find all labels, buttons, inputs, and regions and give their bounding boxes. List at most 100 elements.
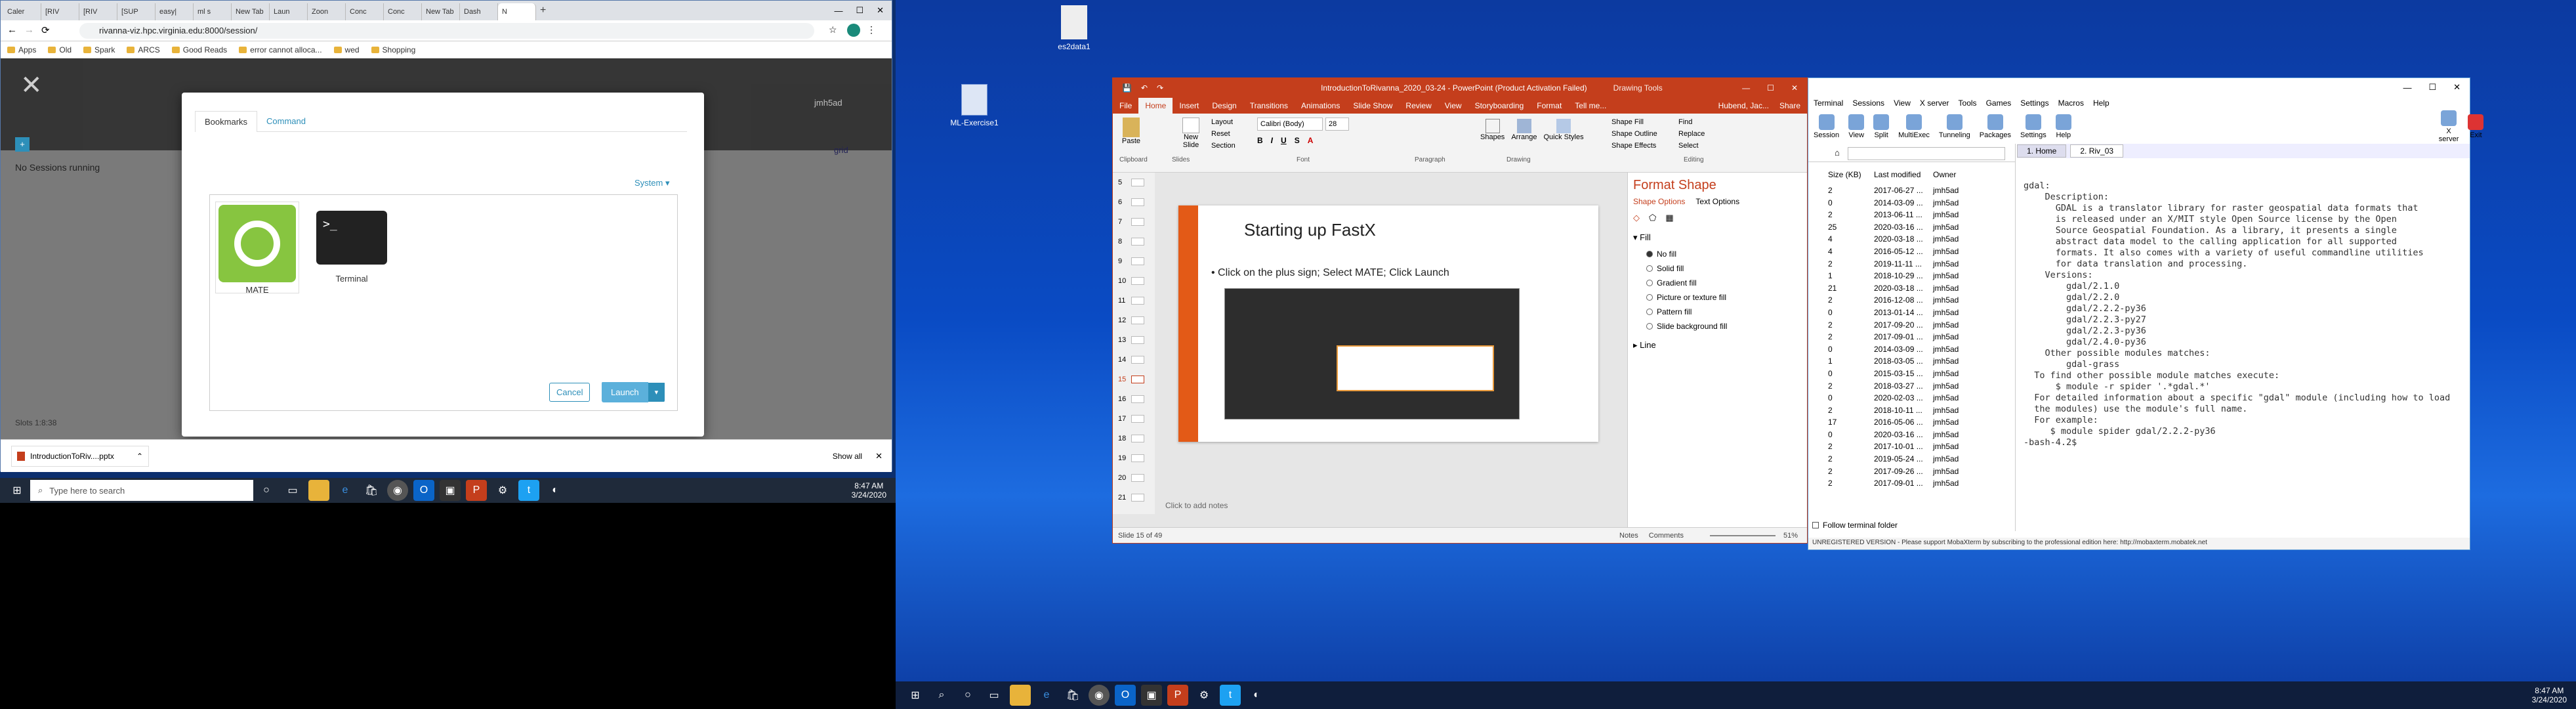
table-row[interactable]: 25 2020-03-16 ... jmh5ad — [1828, 221, 1972, 234]
user-name[interactable]: Hubend, Jac... — [1718, 101, 1769, 110]
chrome-icon[interactable]: ◉ — [387, 480, 408, 501]
ppt-tab-review[interactable]: Review — [1399, 98, 1438, 114]
reset-button[interactable]: Reset — [1211, 128, 1236, 140]
table-row[interactable]: 0 2020-02-03 ... jmh5ad — [1828, 392, 1972, 404]
table-row[interactable]: 0 2014-03-09 ... jmh5ad — [1828, 343, 1972, 356]
browser-tab[interactable]: New Tab — [232, 3, 270, 20]
maximize-icon[interactable]: ☐ — [2428, 82, 2436, 93]
strikethrough-icon[interactable]: S — [1295, 136, 1300, 145]
section-button[interactable]: Section — [1211, 140, 1236, 152]
line-section-header[interactable]: ▸ Line — [1633, 340, 1802, 351]
table-row[interactable]: 0 2014-03-09 ... jmh5ad — [1828, 197, 1972, 209]
table-row[interactable]: 1 2018-03-05 ... jmh5ad — [1828, 355, 1972, 368]
shape-outline-button[interactable]: Shape Outline — [1611, 128, 1657, 140]
minimize-icon[interactable]: — — [834, 6, 842, 16]
browser-tab[interactable]: N — [498, 3, 536, 20]
column-header[interactable]: Last modified — [1874, 170, 1933, 179]
tab-text-options[interactable]: Text Options — [1695, 197, 1739, 206]
ppt-tab-transitions[interactable]: Transitions — [1243, 98, 1295, 114]
bookmark-item[interactable]: Good Reads — [171, 45, 227, 54]
notes-area[interactable]: Click to add notes — [1165, 501, 1228, 510]
edge-icon[interactable]: e — [335, 480, 356, 501]
arrange-button[interactable]: Arrange — [1511, 119, 1537, 141]
back-icon[interactable]: ← — [7, 24, 17, 35]
browser-tab[interactable]: New Tab — [422, 3, 460, 20]
tell-me[interactable]: Tell me... — [1575, 101, 1606, 110]
bookmark-item[interactable]: wed — [333, 45, 360, 54]
moba-tab[interactable]: 2. Riv_03 — [2070, 144, 2124, 158]
close-shelf-icon[interactable]: ✕ — [875, 451, 883, 462]
ppt-tab-design[interactable]: Design — [1205, 98, 1243, 114]
ppt-tab-slide-show[interactable]: Slide Show — [1346, 98, 1399, 114]
slide-thumb[interactable]: 18 — [1113, 429, 1155, 448]
table-row[interactable]: 4 2020-03-18 ... jmh5ad — [1828, 233, 1972, 246]
slide-thumb[interactable]: 9 — [1113, 251, 1155, 271]
unregistered-banner[interactable]: UNREGISTERED VERSION - Please support Mo… — [1808, 538, 2470, 549]
slide-thumb[interactable]: 14 — [1113, 350, 1155, 370]
launch-button[interactable]: Launch ▾ — [602, 381, 665, 402]
moba-menu-settings[interactable]: Settings — [2020, 98, 2048, 108]
browser-tab[interactable]: [SUP — [117, 3, 156, 20]
follow-terminal-folder[interactable]: Follow terminal folder — [1812, 521, 1898, 530]
table-row[interactable]: 0 2015-03-15 ... jmh5ad — [1828, 368, 1972, 380]
redo-icon[interactable]: ↷ — [1157, 83, 1163, 93]
outlook-icon[interactable]: O — [1115, 685, 1136, 706]
zoom-slider[interactable] — [1709, 534, 1776, 536]
ppt-tab-insert[interactable]: Insert — [1173, 98, 1205, 114]
tab-command[interactable]: Command — [257, 111, 315, 131]
slide-title[interactable]: Starting up FastX — [1244, 220, 1376, 240]
layout-button[interactable]: Layout — [1211, 116, 1236, 128]
moba-tool-packages[interactable]: Packages — [1980, 114, 2011, 139]
terminal-output[interactable]: gdal: Description: GDAL is a translator … — [2017, 177, 2470, 531]
grid-toggle[interactable]: grid — [834, 145, 848, 155]
table-row[interactable]: 2 2017-06-27 ... jmh5ad — [1828, 184, 1972, 197]
moba-menu-x-server[interactable]: X server — [1920, 98, 1949, 108]
moba-tab[interactable]: 1. Home — [2017, 144, 2067, 158]
fill-option[interactable]: Slide background fill — [1646, 319, 1802, 333]
notes-button[interactable]: Notes — [1619, 532, 1638, 540]
browser-tab[interactable]: Conc — [346, 3, 384, 20]
moba-tool-multiexec[interactable]: MultiExec — [1898, 114, 1930, 139]
powerpoint-icon[interactable]: P — [466, 480, 487, 501]
bold-icon[interactable]: B — [1257, 136, 1263, 145]
store-icon[interactable]: 🛍 — [1062, 685, 1083, 706]
effects-icon[interactable]: ⬠ — [1649, 213, 1656, 223]
paste-button[interactable]: Paste — [1119, 118, 1143, 145]
quick-styles-button[interactable]: Quick Styles — [1543, 119, 1584, 141]
url-input[interactable]: rivanna-viz.hpc.virginia.edu:8000/sessio… — [79, 23, 814, 39]
new-tab-icon[interactable]: + — [540, 5, 546, 16]
bookmark-item[interactable]: Old — [48, 45, 72, 54]
slide-thumb[interactable]: 5 — [1113, 173, 1155, 192]
powerpoint-icon[interactable]: P — [1167, 685, 1188, 706]
fill-option[interactable]: Gradient fill — [1646, 276, 1802, 290]
save-icon[interactable]: 💾 — [1122, 83, 1132, 93]
italic-icon[interactable]: I — [1271, 136, 1273, 145]
star-icon[interactable]: ☆ — [829, 24, 837, 35]
fill-option[interactable]: Picture or texture fill — [1646, 290, 1802, 305]
bookmark-item[interactable]: Spark — [83, 45, 115, 54]
browser-tab[interactable]: Laun — [270, 3, 308, 20]
app-terminal[interactable]: >_ Terminal — [310, 202, 394, 293]
table-row[interactable]: 2 2017-09-01 ... jmh5ad — [1828, 477, 1972, 490]
minimize-icon[interactable]: — — [2403, 83, 2411, 93]
mobaxterm-icon[interactable]: ▣ — [440, 480, 461, 501]
bookmark-item[interactable]: ARCS — [127, 45, 160, 54]
zoom-level[interactable]: 51% — [1783, 532, 1798, 540]
close-icon[interactable]: ✕ — [1791, 83, 1798, 93]
slide-thumb[interactable]: 19 — [1113, 448, 1155, 468]
ppt-tab-view[interactable]: View — [1438, 98, 1468, 114]
table-row[interactable]: 2 2017-09-26 ... jmh5ad — [1828, 465, 1972, 478]
tab-shape-options[interactable]: Shape Options — [1633, 197, 1685, 206]
task-view-icon[interactable]: ▭ — [984, 685, 1005, 706]
ppt-tab-format[interactable]: Format — [1530, 98, 1568, 114]
windows-start-icon[interactable]: ⊞ — [7, 480, 28, 501]
slide-bullet[interactable]: • Click on the plus sign; Select MATE; C… — [1211, 267, 1449, 279]
find-button[interactable]: Find — [1678, 116, 1705, 128]
slide-thumb[interactable]: 11 — [1113, 291, 1155, 311]
table-row[interactable]: 2 2019-11-11 ... jmh5ad — [1828, 258, 1972, 270]
replace-button[interactable]: Replace — [1678, 128, 1705, 140]
taskbar-search[interactable]: ⌕ Type here to search — [30, 480, 253, 501]
moba-tool-settings[interactable]: Settings — [2020, 114, 2046, 139]
maximize-icon[interactable]: ☐ — [1767, 83, 1774, 93]
fill-option[interactable]: Pattern fill — [1646, 305, 1802, 319]
